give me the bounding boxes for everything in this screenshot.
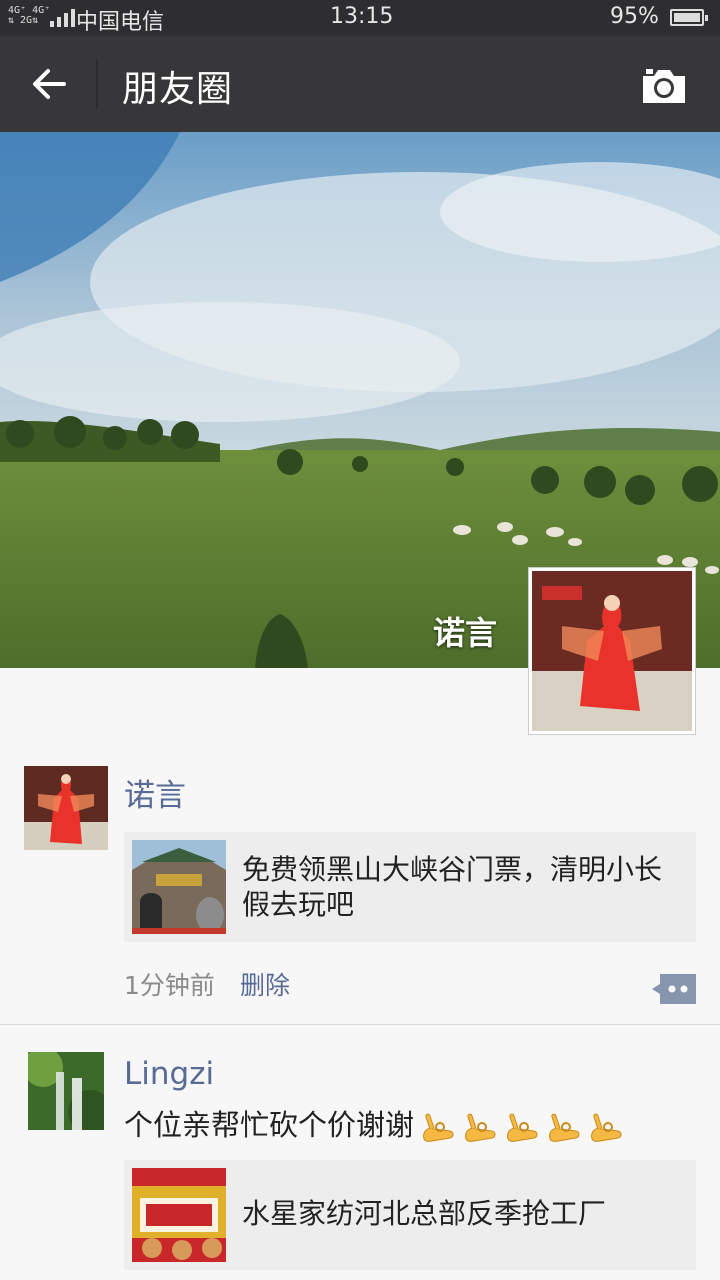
ok-hand-icon	[507, 1113, 538, 1142]
ok-hand-icon	[591, 1113, 622, 1142]
nav-bar: 朋友圈	[0, 36, 720, 132]
network-indicator: 4G⁺ 4G⁺ ⇅ 2G⇅	[8, 6, 50, 26]
post-emoji-row	[414, 1108, 624, 1142]
link-thumbnail	[132, 840, 226, 934]
post-time: 1分钟前	[124, 971, 215, 1000]
ok-hand-icon	[465, 1113, 496, 1142]
battery-icon	[670, 9, 708, 26]
arrow-left-icon	[33, 69, 66, 99]
delete-button[interactable]: 删除	[240, 966, 290, 1002]
signal-icon	[50, 9, 75, 27]
cover-user-name: 诺言	[433, 614, 498, 652]
cover-avatar[interactable]	[528, 567, 696, 735]
page-title: 朋友圈	[122, 69, 234, 110]
carrier-name: 中国电信	[76, 10, 165, 35]
ok-hand-icon	[423, 1113, 454, 1142]
network-type-bottom: ⇅ 2G⇅	[8, 15, 39, 26]
link-title: 免费领黑山大峡谷门票，清明小长假去玩吧	[242, 853, 663, 921]
shared-link-card[interactable]: 免费领黑山大峡谷门票，清明小长假去玩吧	[124, 832, 696, 942]
link-thumbnail	[132, 1168, 226, 1262]
link-title: 水星家纺河北总部反季抢工厂	[242, 1197, 607, 1230]
post-author-name[interactable]: Lingzi	[124, 1056, 214, 1092]
battery-percent: 95%	[610, 4, 659, 29]
clock: 13:15	[330, 4, 394, 29]
status-bar: 4G⁺ 4G⁺ ⇅ 2G⇅ 中国电信 13:15 95%	[0, 0, 720, 36]
post-separator	[0, 1024, 720, 1025]
post-avatar[interactable]	[28, 1052, 104, 1130]
ok-hand-icon	[549, 1113, 580, 1142]
avatar-image	[28, 1052, 104, 1130]
post-text: 个位亲帮忙砍个价谢谢	[124, 1102, 624, 1144]
post-text-content: 个位亲帮忙砍个价谢谢	[124, 1108, 415, 1142]
comment-more-icon	[652, 974, 696, 1004]
comment-more-button[interactable]	[652, 974, 696, 1004]
avatar-image	[532, 571, 692, 731]
nav-divider	[96, 60, 98, 108]
camera-button[interactable]	[640, 66, 688, 106]
back-button[interactable]	[28, 62, 72, 106]
camera-icon	[643, 69, 685, 103]
post-author-name[interactable]: 诺言	[124, 770, 186, 815]
post-avatar[interactable]	[24, 766, 108, 850]
avatar-image	[24, 766, 108, 850]
shared-link-card[interactable]: 水星家纺河北总部反季抢工厂	[124, 1160, 696, 1270]
